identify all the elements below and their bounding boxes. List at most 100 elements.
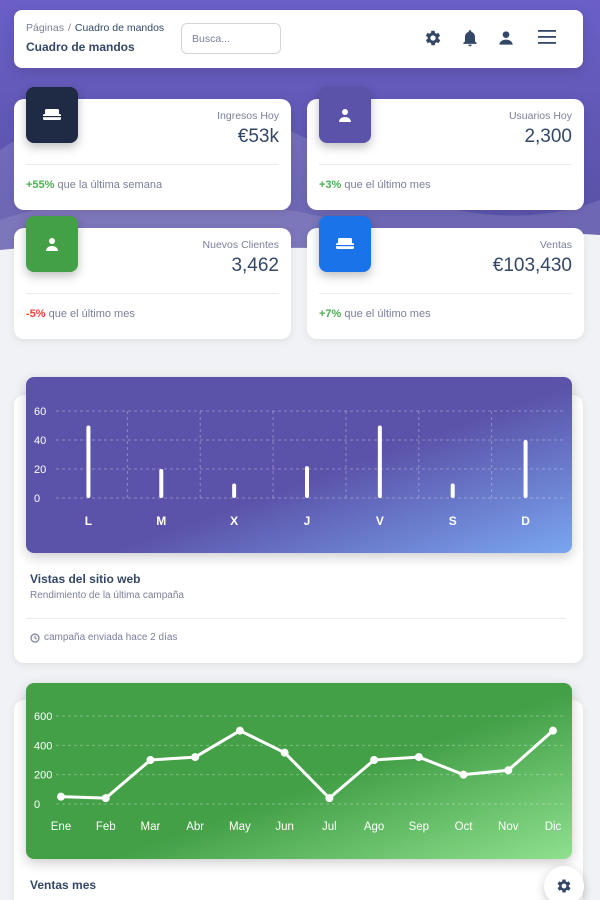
breadcrumb-root[interactable]: Páginas: [26, 22, 64, 34]
x-tick-label: X: [230, 514, 238, 528]
point-Ene: [57, 792, 65, 801]
bar-chart-svg: 0 20 40 60 L M X J V S D: [34, 406, 566, 528]
bar-L: [86, 425, 91, 498]
bell-icon[interactable]: [460, 28, 480, 48]
stat-change-text: que el último mes: [341, 308, 431, 320]
stat-card-usuarios: Usuarios Hoy 2,300 +3% que el último mes: [307, 87, 584, 210]
stat-value: 3,462: [231, 255, 279, 276]
person-icon: [319, 87, 371, 143]
y-tick-label: 60: [34, 406, 46, 418]
stat-footer: +55% que la última semana: [26, 179, 162, 191]
breadcrumb-separator: /: [67, 22, 71, 34]
stat-change-text: que el último mes: [45, 308, 135, 320]
point-Nov: [504, 766, 513, 775]
stat-change: +3%: [319, 179, 342, 191]
x-tick-label: May: [229, 821, 251, 833]
y-tick-label: 40: [34, 435, 46, 447]
x-tick-label: M: [156, 514, 166, 528]
clock-icon: [30, 632, 40, 643]
x-tick-label: Feb: [96, 821, 116, 833]
weekend-icon: [319, 216, 371, 272]
stat-footer: -5% que el último mes: [26, 308, 135, 320]
x-tick-label: Jul: [322, 821, 337, 833]
stat-label: Ingresos Hoy: [217, 110, 279, 122]
divider: [319, 164, 572, 165]
y-tick-label: 600: [34, 711, 52, 723]
point-Mar: [146, 756, 155, 764]
weekend-icon: [26, 87, 78, 143]
gear-icon[interactable]: [423, 28, 443, 48]
line-chart-svg: 0 200 400 600 Ene Feb Mar Abr May Jun Jul Ago Sep Oct…: [34, 711, 566, 833]
stat-value: 2,300: [524, 126, 572, 147]
x-tick-label: J: [304, 514, 311, 528]
point-May: [235, 726, 244, 735]
stat-change: -5%: [26, 308, 46, 320]
x-tick-label: Ago: [364, 821, 384, 833]
y-tick-label: 200: [34, 770, 52, 782]
stat-label: Ventas: [539, 239, 572, 251]
divider: [319, 293, 572, 294]
card-title: Vistas del sitio web: [30, 572, 141, 586]
stat-label: Usuarios Hoy: [508, 110, 572, 122]
stat-footer: +3% que el último mes: [319, 179, 431, 191]
search-input[interactable]: [181, 23, 281, 54]
point-Ago: [370, 756, 379, 764]
card-subtitle: Rendimiento de la última campaña: [30, 590, 184, 601]
stat-change: +55%: [26, 179, 55, 191]
point-Abr: [191, 753, 200, 762]
sales-chart: 0 200 400 600 Ene Feb Mar Abr May Jun Jul Ago Sep Oct…: [26, 683, 572, 859]
point-Oct: [459, 770, 468, 779]
y-tick-label: 400: [34, 740, 52, 752]
stat-card-ingresos: Ingresos Hoy €53k +55% que la última sem…: [14, 87, 291, 210]
x-tick-label: Sep: [409, 821, 429, 833]
stat-change-text: que la última semana: [54, 179, 163, 191]
x-tick-label: Jun: [275, 821, 294, 833]
bar-M: [159, 469, 164, 498]
y-tick-label: 0: [34, 493, 40, 505]
x-tick-label: V: [376, 514, 384, 528]
x-tick-label: D: [521, 514, 530, 528]
card-footer: campaña enviada hace 2 días: [30, 632, 177, 643]
stat-value: €53k: [237, 126, 279, 147]
stat-card-ventas: Ventas €103,430 +7% que el último mes: [307, 216, 584, 339]
y-tick-label: 20: [34, 464, 46, 476]
stat-footer: +7% que el último mes: [319, 308, 431, 320]
web-views-chart: 0 20 40 60 L M X J V S D: [26, 377, 572, 553]
stat-change: +7%: [319, 308, 342, 320]
bar-V: [377, 425, 382, 498]
page-title: Cuadro de mandos: [26, 40, 135, 54]
stat-change-text: que el último mes: [341, 179, 431, 191]
x-tick-label: Nov: [498, 821, 519, 833]
bar-J: [305, 466, 309, 498]
point-Feb: [101, 794, 110, 803]
menu-icon[interactable]: [536, 26, 558, 48]
stat-value: €103,430: [492, 255, 572, 276]
bar-D: [523, 440, 528, 498]
x-tick-label: Ene: [51, 821, 71, 833]
stat-card-nuevos-clientes: Nuevos Clientes 3,462 -5% que el último …: [14, 216, 291, 339]
card-footer-text: campaña enviada hace 2 días: [44, 632, 178, 643]
point-Sep: [414, 753, 423, 762]
x-tick-label: Abr: [186, 821, 204, 833]
card-title: Ventas mes: [30, 878, 97, 892]
settings-fab[interactable]: [544, 866, 584, 900]
point-Dic: [549, 726, 557, 735]
stat-label: Nuevos Clientes: [202, 239, 279, 251]
point-Jul: [325, 794, 334, 803]
top-navbar: Páginas / Cuadro de mandos Cuadro de mando…: [14, 10, 583, 68]
x-tick-label: S: [449, 514, 457, 528]
divider: [26, 618, 566, 619]
user-icon[interactable]: [496, 28, 516, 48]
y-tick-label: 0: [34, 799, 40, 811]
sales-line: [60, 729, 554, 800]
breadcrumb: Páginas / Cuadro de mandos: [26, 22, 164, 34]
divider: [26, 293, 279, 294]
bar-X: [232, 483, 237, 498]
x-tick-label: Mar: [141, 821, 161, 833]
x-tick-label: Dic: [545, 821, 562, 833]
bar-S: [450, 483, 455, 498]
gear-icon: [557, 879, 571, 893]
divider: [26, 164, 279, 165]
x-tick-label: L: [85, 514, 92, 528]
x-tick-label: Oct: [455, 821, 474, 833]
